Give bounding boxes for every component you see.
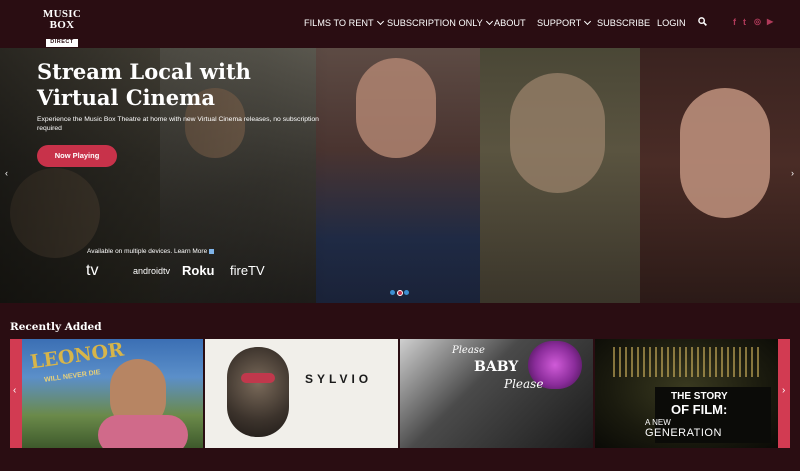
chevron-down-icon	[485, 17, 493, 26]
nav-subscription-only[interactable]: SUBSCRIPTION ONLY	[387, 17, 493, 28]
available-devices-link[interactable]: Available on multiple devices. Learn Mor…	[87, 248, 215, 255]
hero-next-arrow[interactable]: ›	[791, 168, 794, 178]
film-title: LEONOR	[28, 339, 126, 374]
film-subtitle: WILL NEVER DIE	[43, 369, 101, 384]
hero-prev-arrow[interactable]: ‹	[5, 168, 8, 178]
hero-subtitle: Experience the Music Box Theatre at home…	[37, 116, 319, 132]
instagram-icon[interactable]: ◎	[754, 17, 761, 26]
hero-still-woman-blue-dress	[316, 48, 480, 303]
carousel-next-button[interactable]: ›	[778, 339, 790, 448]
search-icon[interactable]	[698, 17, 707, 26]
nav-films-to-rent[interactable]: FILMS TO RENT	[304, 17, 384, 28]
film-tile-please-baby-please[interactable]: Please BABY Please	[400, 339, 593, 448]
hero-title: Stream Local with Virtual Cinema	[37, 59, 251, 110]
music-box-direct-logo[interactable]: MUSIC BOX DIRECT	[40, 9, 84, 47]
site-header: MUSIC BOX DIRECT FILMS TO RENT SUBSCRIPT…	[0, 0, 800, 48]
film-title-line1: THE STORY	[671, 391, 728, 402]
roku-logo: Roku	[182, 263, 215, 278]
film-title-top: Please	[452, 345, 485, 356]
youtube-icon[interactable]: ▶	[767, 17, 773, 26]
film-title-line3: A NEW	[645, 418, 671, 427]
chevron-down-icon	[376, 17, 384, 26]
recently-added-row: LEONOR WILL NEVER DIE SYLVIO Please BABY…	[22, 339, 778, 448]
android-tv-logo: androidtv	[133, 266, 171, 276]
film-tile-leonor[interactable]: LEONOR WILL NEVER DIE	[22, 339, 203, 448]
external-link-icon	[209, 248, 215, 254]
nav-subscribe[interactable]: SUBSCRIBE	[597, 18, 650, 28]
recently-added-heading: Recently Added	[10, 321, 102, 333]
chevron-down-icon	[584, 17, 592, 26]
slide-dot[interactable]	[390, 290, 395, 295]
now-playing-button[interactable]: Now Playing	[37, 145, 117, 167]
film-title-line2: OF FILM:	[671, 402, 728, 417]
nav-support[interactable]: SUPPORT	[537, 17, 592, 28]
twitter-icon[interactable]: t	[743, 17, 746, 27]
hero-still-older-woman	[480, 48, 640, 303]
film-title-mid: BABY	[474, 359, 519, 375]
apple-tv-logo: tv	[86, 262, 99, 279]
fire-tv-logo: fireTV	[230, 263, 265, 278]
film-title-line4: GENERATION	[645, 427, 722, 439]
film-tile-story-of-film[interactable]: THE STORY OF FILM: A NEW GENERATION	[595, 339, 778, 448]
nav-login[interactable]: LOGIN	[657, 18, 686, 28]
nav-about[interactable]: ABOUT	[494, 18, 526, 28]
facebook-icon[interactable]: f	[733, 17, 736, 27]
slide-dot-active[interactable]	[397, 290, 403, 296]
slide-dot[interactable]	[404, 290, 409, 295]
carousel-prev-button[interactable]: ‹	[10, 339, 22, 448]
film-title-bottom: Please	[504, 377, 544, 391]
hero-still-young-woman	[640, 48, 800, 303]
film-title: SYLVIO	[305, 372, 373, 386]
film-tile-sylvio[interactable]: SYLVIO	[205, 339, 398, 448]
